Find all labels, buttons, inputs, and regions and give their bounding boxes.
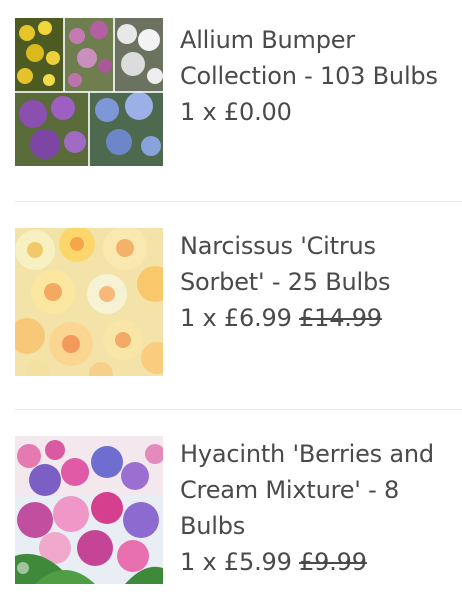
product-thumbnail[interactable] bbox=[15, 436, 163, 584]
original-price: £9.99 bbox=[299, 548, 367, 576]
product-details: Allium Bumper Collection - 103 Bulbs 1 x… bbox=[180, 22, 452, 130]
divider bbox=[15, 201, 462, 202]
price-line: 1 x £6.99 £14.99 bbox=[180, 300, 452, 336]
hyacinth-photo-image bbox=[15, 436, 163, 584]
price-line: 1 x £5.99 £9.99 bbox=[180, 544, 452, 580]
narcissus-photo-image bbox=[15, 228, 163, 376]
price-line: 1 x £0.00 bbox=[180, 94, 452, 130]
quantity-price: 1 x £5.99 bbox=[180, 548, 292, 576]
product-title[interactable]: Narcissus 'Citrus Sorbet' - 25 Bulbs bbox=[180, 228, 452, 300]
product-details: Narcissus 'Citrus Sorbet' - 25 Bulbs 1 x… bbox=[180, 228, 452, 336]
original-price: £14.99 bbox=[299, 304, 382, 332]
product-thumbnail[interactable] bbox=[15, 18, 163, 166]
allium-collage-image bbox=[15, 18, 163, 166]
product-title[interactable]: Allium Bumper Collection - 103 Bulbs bbox=[180, 22, 452, 94]
product-title[interactable]: Hyacinth 'Berries and Cream Mixture' - 8… bbox=[180, 436, 452, 544]
product-thumbnail[interactable] bbox=[15, 228, 163, 376]
divider bbox=[15, 409, 462, 410]
product-details: Hyacinth 'Berries and Cream Mixture' - 8… bbox=[180, 436, 452, 580]
quantity-price: 1 x £6.99 bbox=[180, 304, 292, 332]
quantity-price: 1 x £0.00 bbox=[180, 98, 292, 126]
